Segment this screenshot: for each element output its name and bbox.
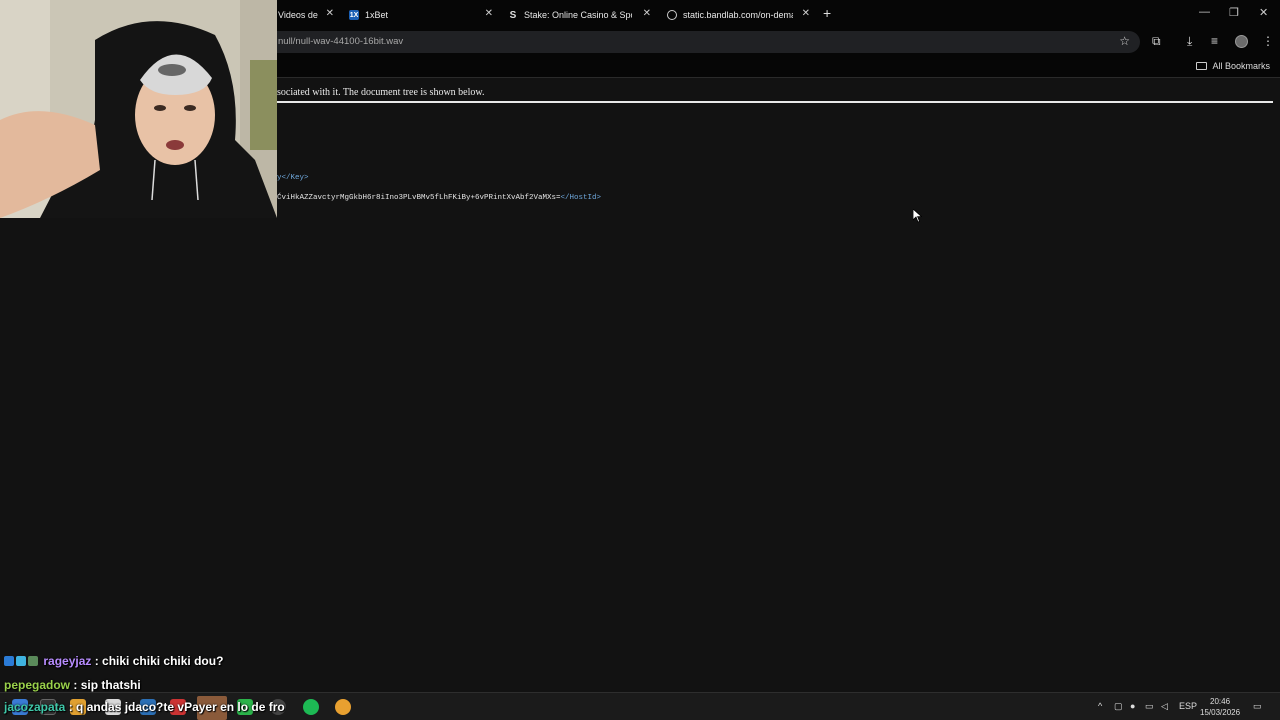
close-window-icon[interactable]: ✕ (1259, 6, 1268, 19)
xml-line-key: y</Key> (277, 174, 309, 182)
close-icon[interactable]: ✕ (485, 8, 493, 19)
tab-title: static.bandlab.com/on-demand (683, 10, 793, 20)
folder-icon (1196, 62, 1208, 70)
chat-message: jacozapata : q andas jdaco?te vPayer en … (4, 700, 285, 714)
minimize-icon[interactable]: — (1199, 6, 1210, 18)
chat-text: : chiki chiki chiki dou? (94, 654, 224, 668)
clock-time: 20:46 (1210, 697, 1231, 706)
extensions-icon[interactable]: ⧉ (1152, 34, 1161, 49)
chat-username: pepegadow (4, 678, 71, 692)
tab-title: Videos de (278, 10, 318, 20)
url-text[interactable]: null/null-wav-44100-16bit.wav (278, 36, 403, 47)
webcam-overlay (0, 0, 277, 218)
badge-icon (16, 656, 26, 666)
microphone-icon[interactable]: ● (1130, 701, 1135, 711)
spotify-icon[interactable] (303, 699, 319, 715)
bookmark-star-icon[interactable]: ☆ (1119, 34, 1130, 48)
chevron-up-icon[interactable]: ^ (1098, 701, 1102, 711)
xml-close-tag: </Key> (281, 174, 309, 182)
all-bookmarks-button[interactable]: All Bookmarks (1196, 61, 1270, 71)
1x-icon: 1X (349, 10, 359, 20)
stake-icon: S (509, 9, 517, 21)
badge-icon (28, 656, 38, 666)
tab-stake[interactable]: S Stake: Online Casino & Sports B ✕ (508, 4, 651, 26)
all-bookmarks-label: All Bookmarks (1212, 61, 1270, 71)
language-indicator[interactable]: ESP (1179, 701, 1197, 711)
tab-bandlab[interactable]: static.bandlab.com/on-demand ✕ (667, 4, 810, 26)
notifications-icon[interactable]: ▭ (1253, 701, 1262, 712)
xml-close-tag: </HostId> (560, 194, 602, 202)
close-icon[interactable]: ✕ (643, 8, 651, 19)
close-icon[interactable]: ✕ (326, 8, 334, 19)
xml-info-text: sociated with it. The document tree is s… (277, 87, 485, 98)
screen: Videos de ✕ 1X 1xBet ✕ S Stake: Online C… (0, 0, 1280, 720)
xml-value: ĆviHkAZZavctyrMgGkbH6r8iIno3PLvBMv5fLhFK… (277, 194, 561, 202)
tab-title: Stake: Online Casino & Sports B (524, 10, 632, 20)
chat-message: rageyjaz : chiki chiki chiki dou? (4, 654, 223, 668)
address-bar[interactable]: null/null-wav-44100-16bit.wav ☆ (260, 31, 1140, 53)
divider (277, 101, 1273, 103)
volume-icon[interactable]: ◁ (1161, 701, 1168, 712)
close-icon[interactable]: ✕ (802, 8, 810, 19)
chat-username: rageyjaz (43, 654, 92, 668)
profile-avatar[interactable] (1235, 35, 1248, 48)
chat-username: jacozapata (4, 700, 66, 714)
app-icon[interactable] (335, 699, 351, 715)
chat-message: pepegadow : sip thatshi (4, 678, 141, 692)
chat-text: : sip thatshi (73, 678, 141, 692)
streamer-webcam-image (0, 0, 277, 218)
clock[interactable]: 20:46 15/03/2026 (1200, 696, 1240, 718)
globe-icon (667, 10, 677, 20)
tab-1xbet[interactable]: 1X 1xBet ✕ (349, 4, 493, 26)
tab-title: 1xBet (365, 10, 389, 20)
menu-icon[interactable]: ⋮ (1262, 34, 1274, 48)
new-tab-button[interactable]: + (823, 5, 831, 21)
restore-icon[interactable]: ❐ (1229, 6, 1239, 19)
media-control-icon[interactable]: ≡ (1211, 34, 1218, 48)
download-icon[interactable]: ⤓ (1187, 34, 1192, 49)
badge-icon (4, 656, 14, 666)
chat-text: : q andas jdaco?te vPayer en lo de fro (68, 700, 285, 714)
clock-date: 15/03/2026 (1200, 708, 1241, 717)
tray-icon[interactable]: ▢ (1114, 701, 1123, 712)
xml-line-hostid: ĆviHkAZZavctyrMgGkbH6r8iIno3PLvBMv5fLhFK… (277, 194, 601, 202)
network-icon[interactable]: ▭ (1145, 701, 1154, 712)
tab-videos[interactable]: Videos de ✕ (278, 4, 334, 26)
